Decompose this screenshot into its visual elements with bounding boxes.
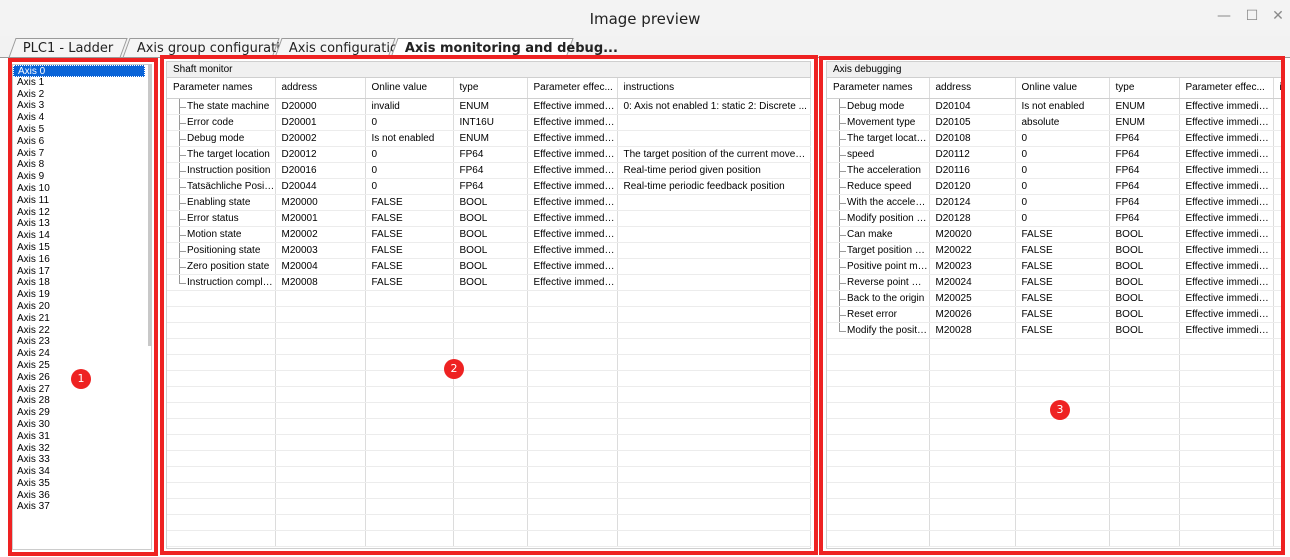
annotation-badge-3: 3 bbox=[1050, 400, 1070, 420]
title-bar: Image preview — ☐ ✕ bbox=[0, 0, 1290, 36]
minimize-button[interactable]: — bbox=[1212, 6, 1236, 26]
tab-plc1-ladder[interactable]: PLC1 - Ladder bbox=[8, 38, 128, 58]
annotation-box-1 bbox=[8, 58, 158, 556]
annotation-box-3 bbox=[819, 56, 1285, 555]
maximize-button[interactable]: ☐ bbox=[1240, 6, 1264, 26]
window-title: Image preview bbox=[589, 10, 701, 28]
annotation-box-2 bbox=[160, 55, 818, 555]
annotation-badge-1: 1 bbox=[71, 369, 91, 389]
close-button[interactable]: ✕ bbox=[1266, 6, 1290, 26]
annotation-badge-2: 2 bbox=[444, 359, 464, 379]
